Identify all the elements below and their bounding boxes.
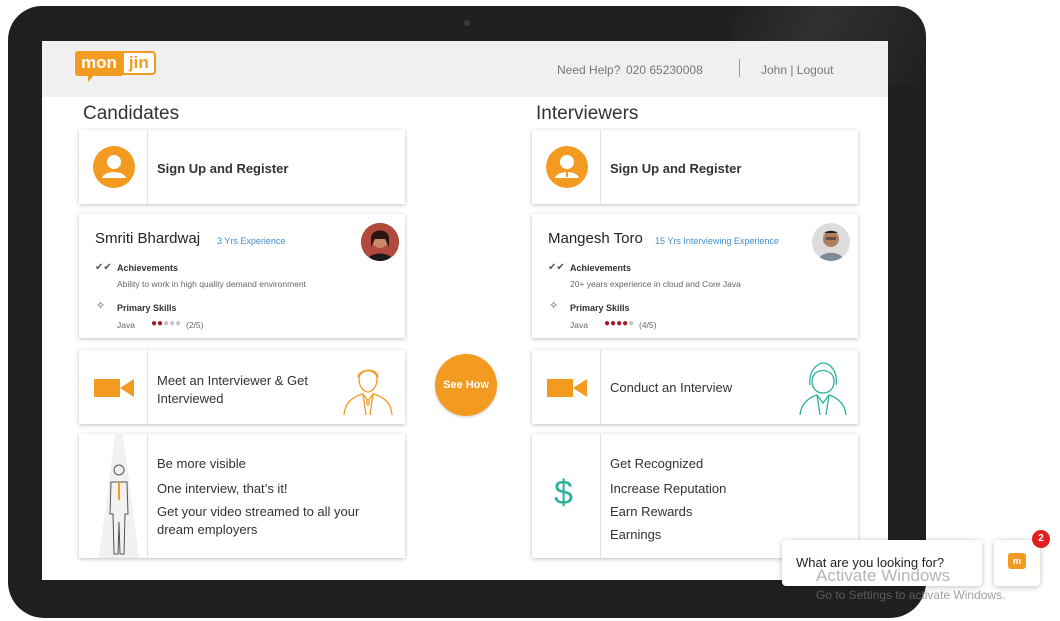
interviewer-skills-label: Primary Skills	[570, 303, 630, 313]
benefit-item: dream employers	[157, 522, 258, 537]
candidate-name: Smriti Bhardwaj	[95, 230, 201, 247]
interviewer-skill-rating: (4/5)	[639, 320, 657, 330]
candidate-achievements-label: Achievements	[117, 263, 179, 273]
candidate-avatar	[361, 223, 399, 261]
magic-wand-icon: ✧	[549, 300, 559, 312]
checkmark-icon: ✔✔	[95, 262, 112, 273]
benefit-item: Earnings	[610, 527, 662, 542]
activate-windows-title: Activate Windows	[816, 566, 951, 585]
candidate-signup-label: Sign Up and Register	[157, 161, 289, 176]
chat-launcher-button[interactable]: m	[994, 540, 1040, 586]
activate-windows-subtitle: Go to Settings to activate Windows.	[816, 588, 1006, 602]
card-divider	[147, 130, 148, 204]
interviewer-avatar	[812, 223, 850, 261]
conduct-interview-label: Conduct an Interview	[610, 380, 733, 395]
meet-line1: Meet an Interviewer & Get	[157, 373, 309, 388]
logo-jin: jin	[121, 51, 156, 75]
card-divider	[147, 434, 148, 558]
candidate-skills-label: Primary Skills	[117, 303, 177, 313]
interviewer-avatar-image	[812, 223, 850, 261]
candidate-signup-card[interactable]: Sign Up and Register	[79, 130, 405, 204]
candidate-achievements-text: Ability to work in high quality demand e…	[117, 279, 306, 289]
need-help-link[interactable]: Need Help?	[557, 63, 620, 77]
benefit-item: Earn Rewards	[610, 504, 693, 519]
user-icon	[93, 146, 135, 188]
interviewer-user-icon	[546, 146, 588, 188]
see-how-button[interactable]: See How	[435, 354, 497, 416]
card-divider	[147, 350, 148, 424]
magic-wand-icon: ✧	[96, 300, 106, 312]
interviewer-experience: 15 Yrs Interviewing Experience	[655, 236, 779, 246]
checkmark-icon: ✔✔	[548, 262, 565, 273]
candidate-skill-dots: ●●●●●	[151, 318, 182, 329]
interviewer-profile-card[interactable]: Mangesh Toro 15 Yrs Interviewing Experie…	[532, 214, 858, 338]
video-camera-icon	[94, 379, 134, 397]
interviewer-signup-card[interactable]: Sign Up and Register	[532, 130, 858, 204]
female-interviewer-icon	[799, 362, 847, 415]
candidate-profile-card[interactable]: Smriti Bhardwaj 3 Yrs Experience ✔✔ Achi…	[79, 214, 405, 338]
user-logout-links[interactable]: John | Logout	[761, 63, 834, 77]
logo-tail	[88, 74, 95, 82]
interviewer-skill-dots: ●●●●●	[604, 318, 635, 329]
benefit-item: Get Recognized	[610, 456, 704, 471]
interviewer-signup-label: Sign Up and Register	[610, 161, 742, 176]
card-divider	[600, 350, 601, 424]
spotlight-person-icon	[99, 434, 139, 558]
card-divider	[600, 434, 601, 558]
logo-mon: mon	[75, 50, 122, 76]
candidate-skill-rating: (2/5)	[186, 320, 204, 330]
candidate-skill-name: Java	[117, 320, 135, 330]
interviewers-title: Interviewers	[536, 103, 639, 124]
conduct-interview-card[interactable]: Conduct an Interview	[532, 350, 858, 424]
meet-line2: Interviewed	[157, 391, 224, 406]
top-bar: mon jin Need Help? 020 65230008 John | L…	[42, 41, 888, 97]
meet-interviewer-card[interactable]: Meet an Interviewer & Get Interviewed	[79, 350, 405, 424]
benefit-item: Increase Reputation	[610, 481, 727, 496]
male-interviewer-icon	[343, 369, 393, 415]
interviewer-achievements-text: 20+ years experience in cloud and Core J…	[570, 279, 741, 289]
notification-badge: 2	[1032, 530, 1050, 548]
benefit-item: One interview, that’s it!	[157, 481, 288, 496]
card-divider	[600, 130, 601, 204]
candidate-experience: 3 Yrs Experience	[217, 236, 286, 246]
video-camera-icon	[547, 379, 587, 397]
interviewer-achievements-label: Achievements	[570, 263, 632, 273]
tablet-camera	[464, 20, 470, 26]
benefit-item: Get your video streamed to all your	[157, 504, 360, 519]
monjin-logo[interactable]: mon jin	[75, 50, 156, 76]
candidates-title: Candidates	[83, 103, 180, 124]
chat-icon: m	[1008, 553, 1026, 569]
candidate-avatar-image	[361, 223, 399, 261]
interviewer-skill-name: Java	[570, 320, 588, 330]
candidate-benefits-card: Be more visible One interview, that’s it…	[79, 434, 405, 558]
phone-number: 020 65230008	[626, 63, 703, 77]
app-screen: mon jin Need Help? 020 65230008 John | L…	[42, 41, 888, 580]
header-divider	[739, 59, 740, 77]
dollar-icon: $	[554, 474, 573, 512]
benefit-item: Be more visible	[157, 456, 246, 471]
interviewer-name: Mangesh Toro	[548, 230, 643, 247]
